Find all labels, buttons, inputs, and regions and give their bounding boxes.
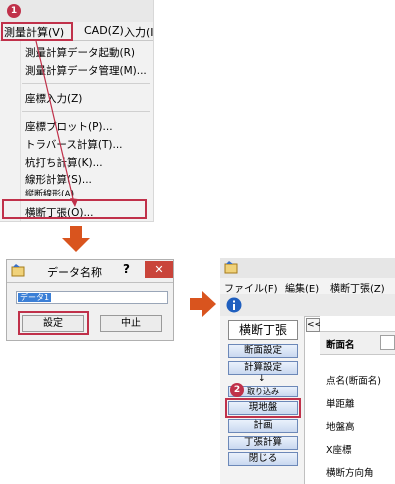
down-arrow-icon [62,226,90,252]
dialog-title: データ名称 [47,266,102,279]
app-menubar: ファイル(F) 編集(E) 横断丁張(Z) [220,278,395,295]
data-name-dialog: データ名称 ? ✕ データ1 設定 中止 [6,259,174,341]
ok-button-highlight [18,311,89,335]
dialog-titlebar: データ名称 ? ✕ [7,260,173,283]
app-toolbar [220,294,395,317]
stake-calc-button[interactable]: 丁張計算 [228,436,298,450]
cross-section-app-window: ファイル(F) 編集(E) 横断丁張(Z) 横断丁張 断面設定 計算設定 ↓ 取… [220,258,395,484]
section-name-label: 断面名 [326,340,355,351]
app-icon [224,261,238,274]
content-header: 断面名 [320,331,395,355]
step-2-badge: 2 [230,383,244,397]
field-single-distance: 単距離 [326,399,355,410]
plan-button[interactable]: 計画 [228,419,298,433]
data-name-input-value: データ1 [18,293,52,302]
info-icon[interactable] [226,297,242,313]
help-icon[interactable]: ? [123,262,130,276]
section-settings-button[interactable]: 断面設定 [228,344,298,358]
calc-settings-button[interactable]: 計算設定 [228,361,298,375]
sidebar: 横断丁張 断面設定 計算設定 ↓ 取り込み 現地盤 2 計画 丁張計算 閉じる [220,316,305,484]
existing-ground-highlight [225,398,301,418]
field-point-name: 点名(断面名) [326,376,381,387]
cancel-button[interactable]: 中止 [100,315,162,332]
right-arrow-icon [190,291,216,317]
field-ground-elevation: 地盤高 [326,422,355,433]
menu-edit[interactable]: 編集(E) [285,280,319,295]
sidebar-title: 横断丁張 [228,320,298,340]
field-cross-direction-angle: 横断方向角 [326,468,374,479]
dialog-close-button[interactable]: ✕ [145,261,173,278]
menu-cross-section[interactable]: 横断丁張(Z) [330,280,385,295]
app-icon [11,264,25,277]
data-name-input[interactable]: データ1 [16,291,168,304]
close-button[interactable]: 閉じる [228,452,298,466]
field-x-coordinate: X座標 [326,445,352,456]
flow-arrow: ↓ [258,374,266,384]
collapse-sidebar-button[interactable]: << [306,318,322,332]
content-area: 断面名 点名(断面名) 単距離 地盤高 X座標 横断方向角 [320,316,395,484]
app-titlebar [220,258,395,278]
menu-file[interactable]: ファイル(F) [224,280,278,295]
section-name-input[interactable] [380,335,395,350]
